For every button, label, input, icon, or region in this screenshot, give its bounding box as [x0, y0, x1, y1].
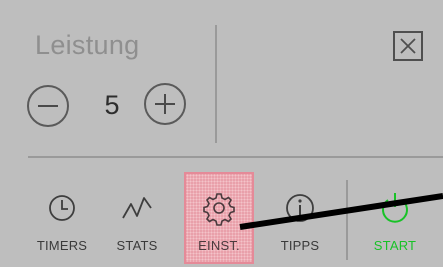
- plus-icon: [155, 94, 175, 114]
- nav-tips-button[interactable]: TIPPS: [270, 180, 330, 260]
- clock-icon: [49, 195, 75, 221]
- nav-stats-label: STATS: [116, 238, 158, 253]
- minus-icon: [38, 105, 58, 107]
- gear-icon: [203, 193, 235, 226]
- nav-settings-button[interactable]: EINST.: [184, 172, 254, 264]
- stats-zigzag-icon: [122, 197, 152, 219]
- close-button[interactable]: [393, 31, 423, 61]
- nav-stats-button[interactable]: STATS: [107, 180, 167, 260]
- nav-start-label: START: [373, 238, 417, 253]
- cooking-control-panel: Leistung 5 TIMERS STATS EINST. TIPPS STA…: [0, 0, 443, 267]
- nav-start-button[interactable]: START: [365, 180, 425, 260]
- nav-timers-button[interactable]: TIMERS: [32, 180, 92, 260]
- increase-power-button[interactable]: [144, 83, 186, 125]
- nav-tips-label: TIPPS: [280, 238, 320, 253]
- power-label: Leistung: [35, 30, 140, 60]
- info-icon: [286, 194, 314, 222]
- nav-settings-label: EINST.: [198, 238, 240, 253]
- vertical-divider: [215, 25, 217, 143]
- nav-timers-label: TIMERS: [36, 238, 88, 253]
- power-icon: [382, 193, 408, 223]
- horizontal-divider: [28, 156, 443, 158]
- decrease-power-button[interactable]: [27, 85, 69, 127]
- nav-divider: [346, 180, 348, 260]
- close-icon: [400, 38, 416, 54]
- power-value: 5: [104, 90, 120, 120]
